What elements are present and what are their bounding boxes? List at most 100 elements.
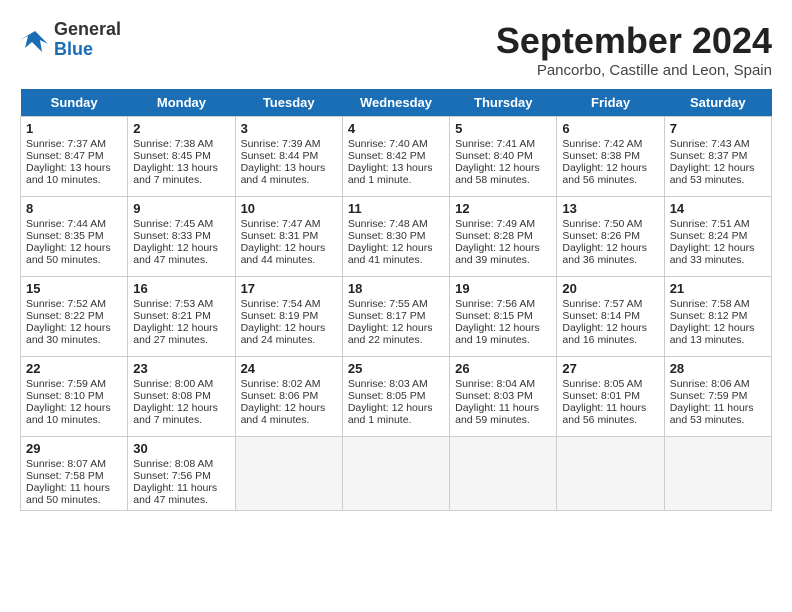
- day-number: 6: [562, 121, 658, 136]
- sunset-text: Sunset: 8:24 PM: [670, 230, 748, 242]
- day-number: 18: [348, 281, 444, 296]
- daylight-text: Daylight: 12 hours and 50 minutes.: [26, 242, 111, 266]
- daylight-text: Daylight: 12 hours and 27 minutes.: [133, 322, 218, 346]
- calendar-day-cell: 3Sunrise: 7:39 AMSunset: 8:44 PMDaylight…: [235, 117, 342, 197]
- daylight-text: Daylight: 12 hours and 33 minutes.: [670, 242, 755, 266]
- day-number: 4: [348, 121, 444, 136]
- calendar-week-row: 29Sunrise: 8:07 AMSunset: 7:58 PMDayligh…: [21, 437, 772, 511]
- calendar-week-row: 1Sunrise: 7:37 AMSunset: 8:47 PMDaylight…: [21, 117, 772, 197]
- calendar-day-cell: 23Sunrise: 8:00 AMSunset: 8:08 PMDayligh…: [128, 357, 235, 437]
- daylight-text: Daylight: 13 hours and 4 minutes.: [241, 162, 326, 186]
- sunset-text: Sunset: 8:03 PM: [455, 390, 533, 402]
- sunrise-text: Sunrise: 7:56 AM: [455, 298, 535, 310]
- day-number: 20: [562, 281, 658, 296]
- daylight-text: Daylight: 11 hours and 50 minutes.: [26, 482, 110, 506]
- calendar-day-cell: 18Sunrise: 7:55 AMSunset: 8:17 PMDayligh…: [342, 277, 449, 357]
- daylight-text: Daylight: 12 hours and 1 minute.: [348, 402, 433, 426]
- sunset-text: Sunset: 7:56 PM: [133, 470, 211, 482]
- daylight-text: Daylight: 12 hours and 44 minutes.: [241, 242, 326, 266]
- day-number: 12: [455, 201, 551, 216]
- calendar-day-cell: 24Sunrise: 8:02 AMSunset: 8:06 PMDayligh…: [235, 357, 342, 437]
- calendar-day-cell: 26Sunrise: 8:04 AMSunset: 8:03 PMDayligh…: [450, 357, 557, 437]
- sunrise-text: Sunrise: 7:37 AM: [26, 138, 106, 150]
- day-number: 11: [348, 201, 444, 216]
- sunset-text: Sunset: 8:38 PM: [562, 150, 640, 162]
- sunrise-text: Sunrise: 7:52 AM: [26, 298, 106, 310]
- calendar-day-cell: 28Sunrise: 8:06 AMSunset: 7:59 PMDayligh…: [664, 357, 771, 437]
- daylight-text: Daylight: 12 hours and 16 minutes.: [562, 322, 647, 346]
- sunset-text: Sunset: 8:05 PM: [348, 390, 426, 402]
- day-number: 8: [26, 201, 122, 216]
- calendar-day-cell: 10Sunrise: 7:47 AMSunset: 8:31 PMDayligh…: [235, 197, 342, 277]
- sunrise-text: Sunrise: 7:49 AM: [455, 218, 535, 230]
- sunset-text: Sunset: 8:14 PM: [562, 310, 640, 322]
- daylight-text: Daylight: 12 hours and 24 minutes.: [241, 322, 326, 346]
- col-tuesday: Tuesday: [235, 89, 342, 117]
- sunrise-text: Sunrise: 7:57 AM: [562, 298, 642, 310]
- sunrise-text: Sunrise: 7:58 AM: [670, 298, 750, 310]
- day-number: 21: [670, 281, 766, 296]
- day-number: 24: [241, 361, 337, 376]
- calendar-day-cell: [450, 437, 557, 511]
- sunrise-text: Sunrise: 8:04 AM: [455, 378, 535, 390]
- calendar-day-cell: 12 Sunrise: 7:49 AMSunset: 8:28 PMDayligh…: [450, 197, 557, 277]
- calendar-day-cell: 14Sunrise: 7:51 AMSunset: 8:24 PMDayligh…: [664, 197, 771, 277]
- daylight-text: Daylight: 12 hours and 22 minutes.: [348, 322, 433, 346]
- calendar-day-cell: 9Sunrise: 7:45 AMSunset: 8:33 PMDaylight…: [128, 197, 235, 277]
- daylight-text: Daylight: 12 hours and 41 minutes.: [348, 242, 433, 266]
- sunset-text: Sunset: 7:58 PM: [26, 470, 104, 482]
- calendar-day-cell: 30Sunrise: 8:08 AMSunset: 7:56 PMDayligh…: [128, 437, 235, 511]
- col-sunday: Sunday: [21, 89, 128, 117]
- day-number: 16: [133, 281, 229, 296]
- sunrise-text: Sunrise: 7:40 AM: [348, 138, 428, 150]
- sunset-text: Sunset: 8:35 PM: [26, 230, 104, 242]
- sunset-text: Sunset: 8:30 PM: [348, 230, 426, 242]
- daylight-text: Daylight: 12 hours and 10 minutes.: [26, 402, 111, 426]
- logo-icon: [20, 26, 50, 54]
- calendar-day-cell: 4Sunrise: 7:40 AMSunset: 8:42 PMDaylight…: [342, 117, 449, 197]
- header-row: Sunday Monday Tuesday Wednesday Thursday…: [21, 89, 772, 117]
- sunrise-text: Sunrise: 7:59 AM: [26, 378, 106, 390]
- calendar-day-cell: 29 Sunrise: 8:07 AMSunset: 7:58 PMDayligh…: [21, 437, 128, 511]
- col-friday: Friday: [557, 89, 664, 117]
- day-number: 27: [562, 361, 658, 376]
- calendar-week-row: 15Sunrise: 7:52 AMSunset: 8:22 PMDayligh…: [21, 277, 772, 357]
- sunrise-text: Sunrise: 8:06 AM: [670, 378, 750, 390]
- calendar-day-cell: [664, 437, 771, 511]
- sunrise-text: Sunrise: 7:42 AM: [562, 138, 642, 150]
- daylight-text: Daylight: 12 hours and 4 minutes.: [241, 402, 326, 426]
- col-saturday: Saturday: [664, 89, 771, 117]
- calendar-day-cell: 17Sunrise: 7:54 AMSunset: 8:19 PMDayligh…: [235, 277, 342, 357]
- sunrise-text: Sunrise: 8:07 AM: [26, 458, 106, 470]
- calendar-day-cell: 8 Sunrise: 7:44 AMSunset: 8:35 PMDaylight…: [21, 197, 128, 277]
- day-number: 26: [455, 361, 551, 376]
- calendar-day-cell: 27Sunrise: 8:05 AMSunset: 8:01 PMDayligh…: [557, 357, 664, 437]
- daylight-text: Daylight: 12 hours and 39 minutes.: [455, 242, 540, 266]
- calendar-day-cell: 6Sunrise: 7:42 AMSunset: 8:38 PMDaylight…: [557, 117, 664, 197]
- sunset-text: Sunset: 8:17 PM: [348, 310, 426, 322]
- calendar-day-cell: 13Sunrise: 7:50 AMSunset: 8:26 PMDayligh…: [557, 197, 664, 277]
- day-number: 9: [133, 201, 229, 216]
- daylight-text: Daylight: 11 hours and 47 minutes.: [133, 482, 217, 506]
- sunrise-text: Sunrise: 7:44 AM: [26, 218, 106, 230]
- day-number: 25: [348, 361, 444, 376]
- day-number: 29: [26, 441, 122, 456]
- sunrise-text: Sunrise: 8:08 AM: [133, 458, 213, 470]
- sunrise-text: Sunrise: 8:05 AM: [562, 378, 642, 390]
- sunset-text: Sunset: 8:28 PM: [455, 230, 533, 242]
- calendar-table: Sunday Monday Tuesday Wednesday Thursday…: [20, 89, 772, 511]
- calendar-day-cell: 11Sunrise: 7:48 AMSunset: 8:30 PMDayligh…: [342, 197, 449, 277]
- day-number: 23: [133, 361, 229, 376]
- sunrise-text: Sunrise: 7:39 AM: [241, 138, 321, 150]
- calendar-day-cell: 1Sunrise: 7:37 AMSunset: 8:47 PMDaylight…: [21, 117, 128, 197]
- daylight-text: Daylight: 11 hours and 56 minutes.: [562, 402, 646, 426]
- daylight-text: Daylight: 12 hours and 47 minutes.: [133, 242, 218, 266]
- sunset-text: Sunset: 8:08 PM: [133, 390, 211, 402]
- daylight-text: Daylight: 13 hours and 10 minutes.: [26, 162, 111, 186]
- sunset-text: Sunset: 8:45 PM: [133, 150, 211, 162]
- sunset-text: Sunset: 8:19 PM: [241, 310, 319, 322]
- sunrise-text: Sunrise: 7:47 AM: [241, 218, 321, 230]
- calendar-day-cell: 5Sunrise: 7:41 AMSunset: 8:40 PMDaylight…: [450, 117, 557, 197]
- daylight-text: Daylight: 12 hours and 30 minutes.: [26, 322, 111, 346]
- calendar-day-cell: 19Sunrise: 7:56 AMSunset: 8:15 PMDayligh…: [450, 277, 557, 357]
